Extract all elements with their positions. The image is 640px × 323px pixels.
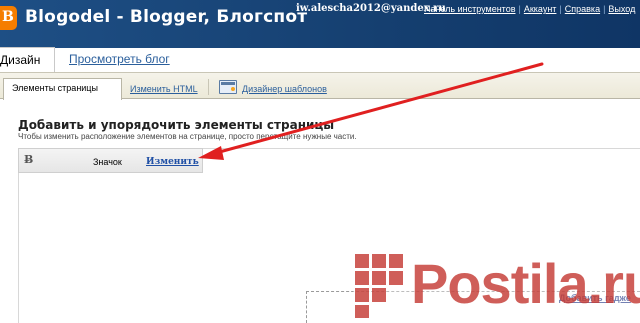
- template-designer-icon[interactable]: [219, 80, 237, 94]
- tab-view-blog[interactable]: Просмотреть блог: [69, 52, 170, 66]
- page-title: Добавить и упорядочить элементы страницы: [18, 118, 335, 132]
- dashboard-link[interactable]: Панель инструментов: [424, 4, 516, 14]
- subtab-page-elements-label: Элементы страницы: [12, 83, 98, 93]
- blog-title: Blogodel - Blogger, Блогспот: [25, 7, 308, 27]
- signout-link[interactable]: Выход: [608, 4, 635, 14]
- tab-design-label: Дизайн: [0, 53, 41, 67]
- gadget-label: Значок: [93, 157, 122, 167]
- design-subtab-bar: Элементы страницы Изменить HTML Дизайнер…: [0, 72, 640, 100]
- watermark-text: Postila.ru: [411, 252, 640, 315]
- link-separator: |: [518, 4, 521, 14]
- blogger-b-glyph: B: [2, 9, 14, 25]
- blogger-logo-icon[interactable]: B: [0, 6, 17, 30]
- postila-logo-icon: [355, 254, 403, 318]
- account-links: Панель инструментов | Аккаунт | Справка | Выхо…: [424, 4, 635, 14]
- subtab-edit-html[interactable]: Изменить HTML: [130, 84, 198, 94]
- gadget-edit-link[interactable]: Изменить: [146, 157, 199, 167]
- account-link[interactable]: Аккаунт: [524, 4, 557, 14]
- tab-design[interactable]: Дизайн: [0, 47, 55, 72]
- page-hint: Чтобы изменить расположение элементов на…: [18, 132, 357, 141]
- subtab-template-designer[interactable]: Дизайнер шаблонов: [242, 84, 327, 94]
- favicon-gadget[interactable]: Ƀ Значок Изменить: [18, 148, 203, 173]
- favicon-gadget-icon: Ƀ: [24, 153, 34, 166]
- postila-watermark: Postila.ru: [353, 238, 640, 323]
- help-link[interactable]: Справка: [565, 4, 600, 14]
- subtab-page-elements[interactable]: Элементы страницы: [3, 78, 122, 100]
- blogger-header: B Blogodel - Blogger, Блогспот iw.alesch…: [0, 0, 640, 48]
- subtab-divider: [208, 79, 209, 95]
- link-separator: |: [559, 4, 562, 14]
